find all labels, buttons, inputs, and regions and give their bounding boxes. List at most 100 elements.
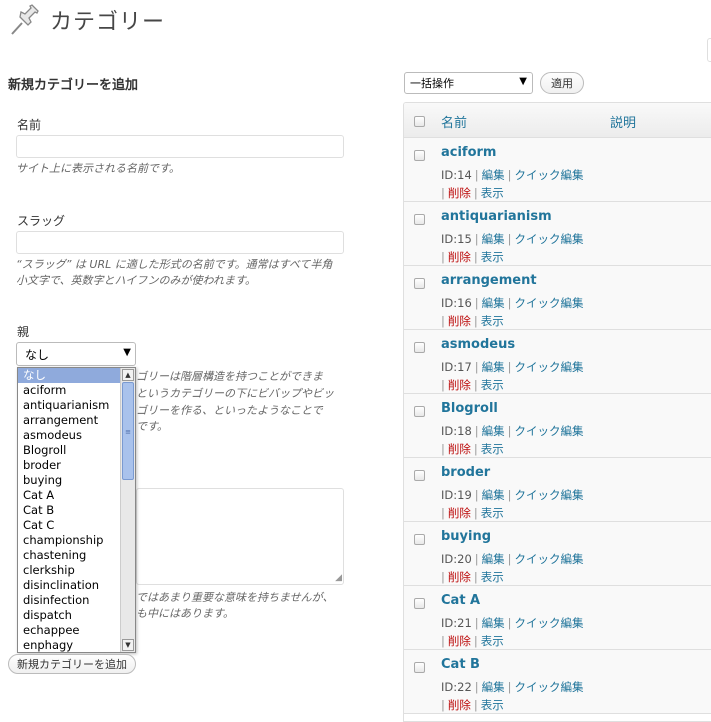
edit-link[interactable]: 編集: [482, 424, 505, 438]
edit-link[interactable]: 編集: [482, 296, 505, 310]
parent-option[interactable]: broder: [18, 458, 120, 473]
delete-link[interactable]: 削除: [448, 634, 471, 648]
row-checkbox[interactable]: [414, 278, 425, 289]
description-textarea[interactable]: ◢: [136, 488, 344, 585]
delete-link[interactable]: 削除: [448, 698, 471, 712]
view-link[interactable]: 表示: [481, 698, 504, 712]
parent-select[interactable]: なし ▼: [16, 342, 136, 366]
delete-link[interactable]: 削除: [448, 186, 471, 200]
view-link[interactable]: 表示: [481, 570, 504, 584]
view-link[interactable]: 表示: [481, 250, 504, 264]
quick-edit-link[interactable]: クイック編集: [515, 232, 584, 246]
view-link[interactable]: 表示: [481, 378, 504, 392]
view-link[interactable]: 表示: [481, 442, 504, 456]
row-checkbox[interactable]: [414, 470, 425, 481]
description-help-line-2: も中にはあります。: [136, 607, 234, 620]
category-name-link[interactable]: buying: [441, 529, 491, 544]
edit-link[interactable]: 編集: [482, 680, 505, 694]
row-actions: | 削除 | 表示: [441, 506, 504, 520]
delete-link[interactable]: 削除: [448, 250, 471, 264]
row-actions: | 削除 | 表示: [441, 442, 504, 456]
parent-option[interactable]: echappee: [18, 623, 120, 638]
resize-grip-icon[interactable]: ◢: [335, 573, 342, 583]
row-checkbox[interactable]: [414, 598, 425, 609]
parent-help-line-2: というカテゴリーの下にビバップやビッ: [136, 387, 334, 400]
apply-button[interactable]: 適用: [540, 72, 584, 94]
parent-option[interactable]: arrangement: [18, 413, 120, 428]
add-category-button[interactable]: 新規カテゴリーを追加: [8, 654, 136, 674]
category-name-link[interactable]: Cat B: [441, 657, 480, 672]
row-checkbox[interactable]: [414, 214, 425, 225]
column-description-header[interactable]: 説明: [610, 112, 636, 131]
row-checkbox[interactable]: [414, 406, 425, 417]
category-name-link[interactable]: Blogroll: [441, 401, 498, 416]
parent-option[interactable]: chastening: [18, 548, 120, 563]
category-id: ID:15: [441, 232, 472, 246]
dropdown-scrollbar[interactable]: ▲ ≡ ▼: [120, 368, 135, 652]
parent-option[interactable]: Cat C: [18, 518, 120, 533]
quick-edit-link[interactable]: クイック編集: [515, 424, 584, 438]
parent-option[interactable]: なし: [18, 368, 120, 383]
delete-link[interactable]: 削除: [448, 570, 471, 584]
edit-link[interactable]: 編集: [482, 168, 505, 182]
edit-link[interactable]: 編集: [482, 488, 505, 502]
screen-options-tab[interactable]: [707, 38, 711, 62]
scroll-up-icon[interactable]: ▲: [122, 369, 134, 381]
parent-option[interactable]: asmodeus: [18, 428, 120, 443]
parent-option[interactable]: Cat B: [18, 503, 120, 518]
delete-link[interactable]: 削除: [448, 506, 471, 520]
edit-link[interactable]: 編集: [482, 360, 505, 374]
parent-option[interactable]: antiquarianism: [18, 398, 120, 413]
category-id: ID:19: [441, 488, 472, 502]
delete-link[interactable]: 削除: [448, 378, 471, 392]
category-name-link[interactable]: arrangement: [441, 273, 537, 288]
edit-link[interactable]: 編集: [482, 232, 505, 246]
scroll-down-icon[interactable]: ▼: [122, 639, 134, 651]
parent-option[interactable]: Cat A: [18, 488, 120, 503]
bulk-action-select[interactable]: 一括操作 ▼: [404, 72, 533, 94]
quick-edit-link[interactable]: クイック編集: [515, 680, 584, 694]
parent-option[interactable]: aciform: [18, 383, 120, 398]
page-header: カテゴリー: [8, 2, 165, 38]
parent-option[interactable]: dispatch: [18, 608, 120, 623]
row-actions: ID:16 | 編集 | クイック編集: [441, 296, 584, 310]
parent-option[interactable]: championship: [18, 533, 120, 548]
parent-option[interactable]: disinfection: [18, 593, 120, 608]
column-name-header[interactable]: 名前: [441, 112, 467, 131]
parent-option[interactable]: Blogroll: [18, 443, 120, 458]
quick-edit-link[interactable]: クイック編集: [515, 296, 584, 310]
parent-option[interactable]: enphagy: [18, 638, 120, 652]
select-all-checkbox[interactable]: [414, 116, 425, 127]
view-link[interactable]: 表示: [481, 314, 504, 328]
row-actions: ID:15 | 編集 | クイック編集: [441, 232, 584, 246]
category-name-link[interactable]: Cat A: [441, 593, 480, 608]
row-checkbox[interactable]: [414, 342, 425, 353]
view-link[interactable]: 表示: [481, 634, 504, 648]
parent-dropdown-list[interactable]: なし aciform antiquarianism arrangement asmode…: [17, 367, 136, 653]
slug-input[interactable]: [16, 231, 344, 254]
view-link[interactable]: 表示: [481, 506, 504, 520]
row-checkbox[interactable]: [414, 534, 425, 545]
edit-link[interactable]: 編集: [482, 616, 505, 630]
category-name-link[interactable]: antiquarianism: [441, 209, 552, 224]
quick-edit-link[interactable]: クイック編集: [515, 168, 584, 182]
category-name-link[interactable]: aciform: [441, 145, 496, 160]
view-link[interactable]: 表示: [481, 186, 504, 200]
scrollbar-thumb[interactable]: ≡: [122, 382, 134, 480]
parent-option[interactable]: buying: [18, 473, 120, 488]
category-name-link[interactable]: asmodeus: [441, 337, 515, 352]
quick-edit-link[interactable]: クイック編集: [515, 552, 584, 566]
row-checkbox[interactable]: [414, 150, 425, 161]
quick-edit-link[interactable]: クイック編集: [515, 616, 584, 630]
parent-option[interactable]: clerkship: [18, 563, 120, 578]
delete-link[interactable]: 削除: [448, 314, 471, 328]
quick-edit-link[interactable]: クイック編集: [515, 360, 584, 374]
parent-option[interactable]: disinclination: [18, 578, 120, 593]
edit-link[interactable]: 編集: [482, 552, 505, 566]
delete-link[interactable]: 削除: [448, 442, 471, 456]
row-checkbox[interactable]: [414, 662, 425, 673]
quick-edit-link[interactable]: クイック編集: [515, 488, 584, 502]
category-name-link[interactable]: broder: [441, 465, 490, 480]
name-input[interactable]: [16, 135, 344, 158]
parent-help-line-4: です。: [136, 420, 168, 433]
